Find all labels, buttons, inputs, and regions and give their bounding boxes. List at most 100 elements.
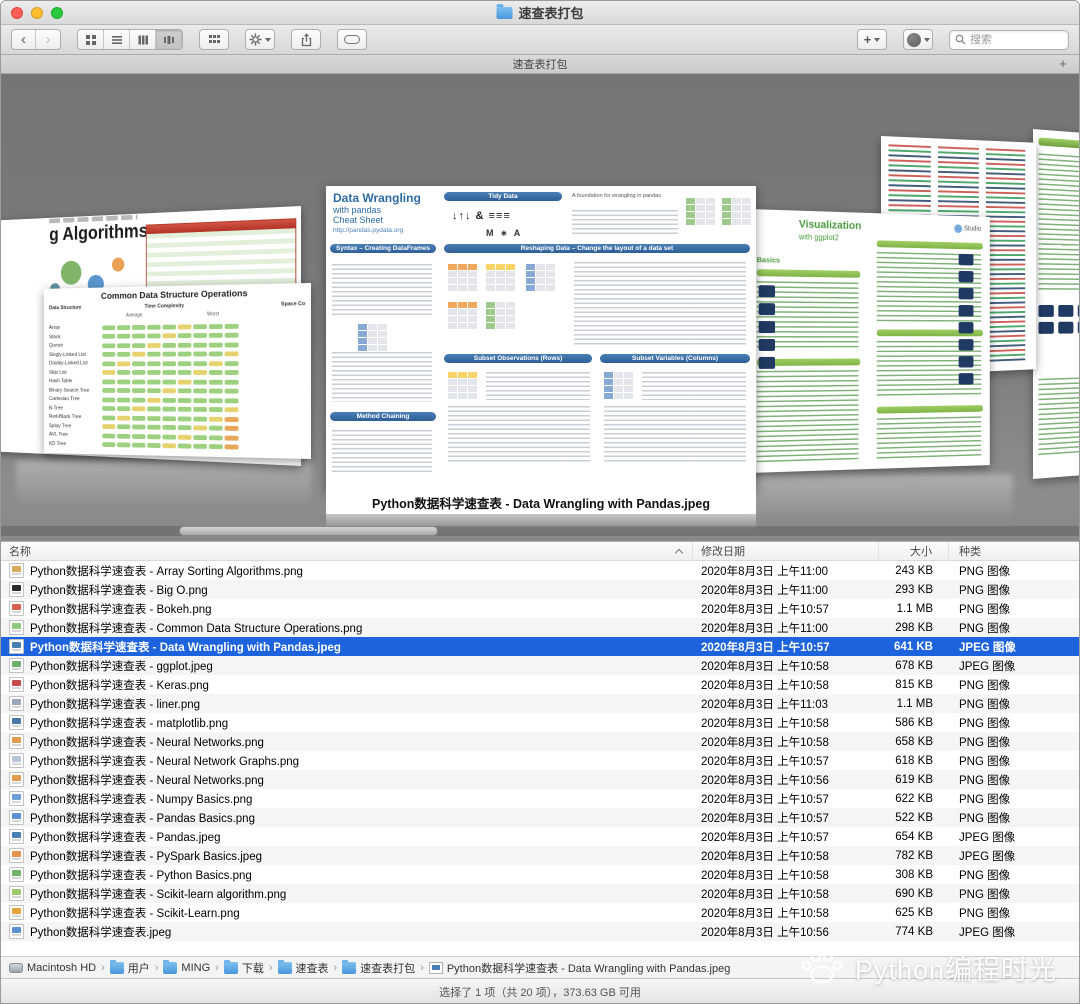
file-date: 2020年8月3日 上午10:58 — [701, 907, 829, 920]
file-name: Python数据科学速查表 - matplotlib.png — [30, 717, 229, 730]
file-name: Python数据科学速查表 - Bokeh.png — [30, 603, 212, 616]
column-header-size[interactable]: 大小 — [879, 542, 949, 560]
tag-icon — [344, 35, 360, 44]
file-name: Python数据科学速查表 - Keras.png — [30, 679, 209, 692]
column-header-kind[interactable]: 种类 — [949, 542, 1079, 560]
minimize-button[interactable] — [31, 6, 43, 19]
table-row[interactable]: Python数据科学速查表 - Big O.png 2020年8月3日 上午11… — [1, 580, 1079, 599]
forward-button[interactable]: › — [36, 30, 60, 49]
ds-table: Array Stack Queue Singly-Linked List Doubly-… — [49, 321, 305, 454]
coverflow-item-center[interactable]: Data Wrangling with pandas Cheat Sheet h… — [326, 186, 756, 491]
table-row[interactable]: Python数据科学速查表 - Neural Network Graphs.pn… — [1, 751, 1079, 770]
section-syntax: Syntax – Creating DataFrames — [330, 244, 436, 254]
file-name: Python数据科学速查表 - Common Data Structure Op… — [30, 622, 363, 635]
file-thumbnail-icon — [9, 658, 24, 673]
file-date: 2020年8月3日 上午10:58 — [701, 850, 829, 863]
cloud-menu-button[interactable] — [903, 29, 933, 50]
column-header-name[interactable]: 名称 — [1, 542, 693, 560]
traffic-lights — [11, 6, 63, 19]
chevron-right-icon: › — [215, 961, 219, 974]
file-thumbnail-icon — [9, 924, 24, 939]
table-row[interactable]: Python数据科学速查表 - Python Basics.png 2020年8… — [1, 865, 1079, 884]
share-button[interactable] — [291, 29, 321, 50]
table-row[interactable]: Python数据科学速查表 - Array Sorting Algorithms… — [1, 561, 1079, 580]
tab-current[interactable]: 速查表打包 — [513, 56, 568, 72]
file-name: Python数据科学速查表 - Neural Networks.png — [30, 736, 264, 749]
table-row[interactable]: Python数据科学速查表 - ggplot.jpeg 2020年8月3日 上午… — [1, 656, 1079, 675]
file-name: Python数据科学速查表 - Python Basics.png — [30, 869, 252, 882]
add-menu-button[interactable]: + — [857, 29, 887, 50]
file-thumbnail-icon — [9, 582, 24, 597]
pathbar-item[interactable]: Macintosh HD — [9, 962, 96, 974]
file-size: 625 KB — [895, 906, 933, 919]
coverflow-item-ggplot[interactable]: Visualization with ggplot2 Studio Basics — [749, 209, 990, 473]
table-row[interactable]: Python数据科学速查表.jpeg 2020年8月3日 上午10:56 774… — [1, 922, 1079, 941]
file-thumbnail-icon — [9, 905, 24, 920]
chevron-right-icon: › — [333, 961, 338, 974]
coverflow-item-far-right[interactable] — [1033, 129, 1079, 479]
rstudio-icon — [954, 224, 963, 234]
table-row[interactable]: Python数据科学速查表 - liner.png 2020年8月3日 上午11… — [1, 694, 1079, 713]
arrange-menu-button[interactable] — [199, 29, 229, 50]
file-date: 2020年8月3日 上午10:57 — [701, 831, 829, 844]
table-row[interactable]: Python数据科学速查表 - Data Wrangling with Pand… — [1, 637, 1079, 656]
table-row[interactable]: Python数据科学速查表 - Numpy Basics.png 2020年8月… — [1, 789, 1079, 808]
table-row[interactable]: Python数据科学速查表 - Scikit-learn algorithm.p… — [1, 884, 1079, 903]
search-input[interactable] — [970, 33, 1055, 46]
back-button[interactable]: ‹ — [12, 30, 36, 49]
file-list-rows: Python数据科学速查表 - Array Sorting Algorithms… — [1, 561, 1079, 956]
table-row[interactable]: Python数据科学速查表 - matplotlib.png 2020年8月3日… — [1, 713, 1079, 732]
folder-icon — [109, 959, 124, 974]
column-header-date[interactable]: 修改日期 — [693, 542, 879, 560]
arrange-icon — [208, 35, 220, 43]
coverflow-scrollbar-handle[interactable] — [179, 526, 438, 536]
table-row[interactable]: Python数据科学速查表 - Neural Networks.png 2020… — [1, 732, 1079, 751]
folder-icon — [223, 959, 238, 974]
pathbar-item[interactable]: 速查表 — [277, 959, 329, 976]
icon-view-button[interactable] — [78, 30, 104, 49]
table-row[interactable]: Python数据科学速查表 - Pandas.jpeg 2020年8月3日 上午… — [1, 827, 1079, 846]
file-thumbnail-icon — [9, 753, 24, 768]
pathbar-item[interactable]: Python数据科学速查表 - Data Wrangling with Pand… — [428, 960, 730, 976]
coverflow-item-data-structures[interactable]: Common Data Structure Operations Data St… — [43, 283, 311, 459]
sheet-title: Common Data Structure Operations — [100, 288, 248, 302]
file-thumbnail-icon — [9, 563, 24, 578]
close-button[interactable] — [11, 6, 23, 19]
table-row[interactable]: Python数据科学速查表 - Pandas Basics.png 2020年8… — [1, 808, 1079, 827]
new-tab-button[interactable]: + — [1055, 56, 1071, 71]
table-row[interactable]: Python数据科学速查表 - Common Data Structure Op… — [1, 618, 1079, 637]
file-kind: PNG 图像 — [959, 755, 1011, 768]
file-name: Python数据科学速查表 - Pandas.jpeg — [30, 831, 221, 844]
file-kind: PNG 图像 — [959, 717, 1011, 730]
tags-button[interactable] — [337, 29, 367, 50]
file-size: 618 KB — [895, 754, 933, 767]
pathbar-item[interactable]: 用户 — [109, 959, 150, 976]
zoom-button[interactable] — [51, 6, 63, 19]
file-size: 774 KB — [895, 925, 933, 938]
pathbar-item[interactable]: 速查表打包 — [342, 959, 415, 976]
share-icon — [301, 32, 311, 46]
table-row[interactable]: Python数据科学速查表 - Bokeh.png 2020年8月3日 上午10… — [1, 599, 1079, 618]
coverflow-scrollbar-track[interactable] — [1, 526, 1079, 536]
table-row[interactable]: Python数据科学速查表 - PySpark Basics.jpeg 2020… — [1, 846, 1079, 865]
file-date: 2020年8月3日 上午10:58 — [701, 717, 829, 730]
file-kind: PNG 图像 — [959, 698, 1011, 711]
table-row[interactable]: Python数据科学速查表 - Keras.png 2020年8月3日 上午10… — [1, 675, 1079, 694]
chevron-right-icon: › — [154, 961, 159, 974]
file-kind: PNG 图像 — [959, 584, 1011, 597]
column-view-button[interactable] — [130, 30, 156, 49]
action-menu-button[interactable] — [245, 29, 275, 50]
pathbar-item[interactable]: MING — [163, 959, 210, 974]
file-name: Python数据科学速查表 - Big O.png — [30, 584, 208, 597]
coverflow-view-button[interactable] — [156, 30, 182, 49]
file-kind: JPEG 图像 — [959, 850, 1016, 863]
list-view-button[interactable] — [104, 30, 130, 49]
table-row[interactable]: Python数据科学速查表 - Scikit-Learn.png 2020年8月… — [1, 903, 1079, 922]
chevron-right-icon: › — [420, 961, 424, 974]
chevron-down-icon — [874, 37, 881, 42]
file-size: 622 KB — [895, 792, 933, 805]
table-row[interactable]: Python数据科学速查表 - Neural Networks.png 2020… — [1, 770, 1079, 789]
file-kind: PNG 图像 — [959, 679, 1011, 692]
search-field[interactable] — [949, 29, 1069, 50]
pathbar-item[interactable]: 下载 — [223, 959, 264, 976]
